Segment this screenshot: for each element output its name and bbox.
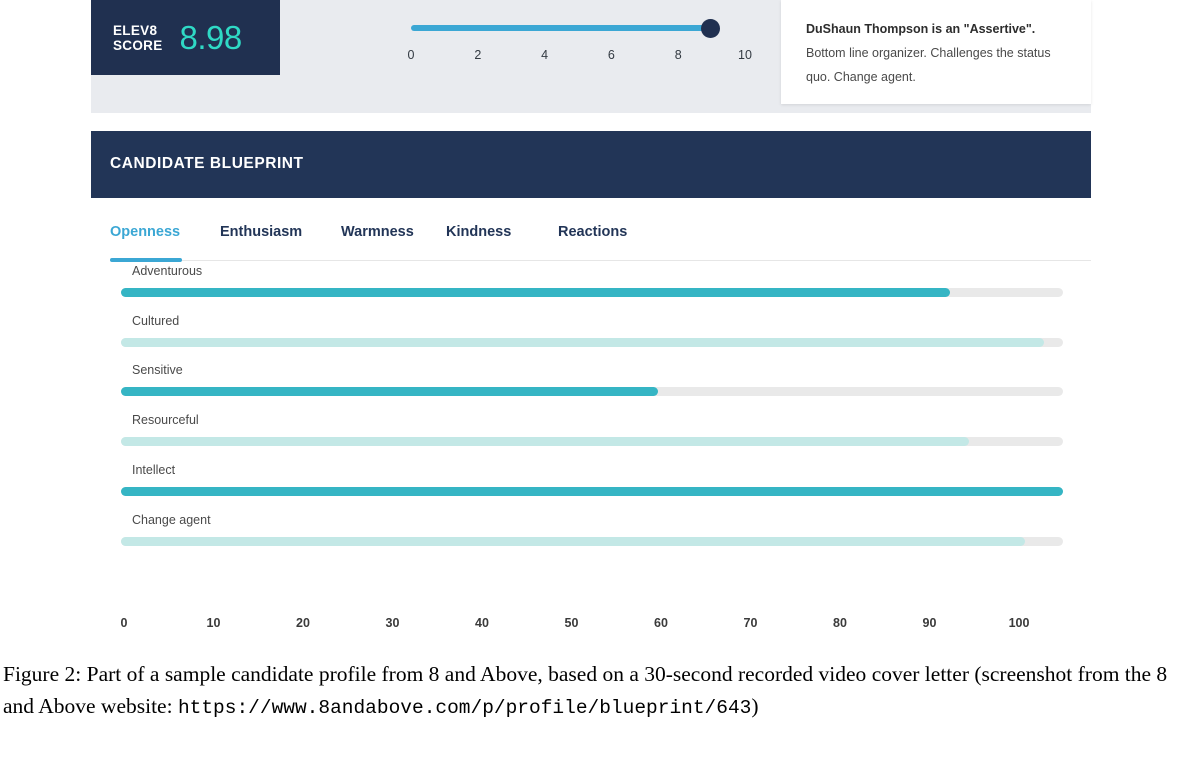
chart-x-axis: 0 10 20 30 40 50 60 70 80 90 100 (91, 600, 1091, 648)
elev8-score-value: 8.98 (179, 18, 243, 56)
caption-line-1: Figure 2: Part of a sample candidate pro… (3, 662, 867, 686)
x-axis-tick-70: 70 (743, 616, 758, 630)
caption-line-3-post: ) (751, 694, 759, 718)
trait-label: Change agent (132, 512, 211, 527)
slider-knob[interactable] (701, 19, 720, 38)
trait-label: Intellect (132, 462, 176, 477)
x-axis-tick-0: 0 (120, 616, 128, 630)
x-axis-tick-50: 50 (564, 616, 579, 630)
elev8-score-label: ELEV8 SCORE (113, 22, 163, 53)
trait-bar-fill (121, 288, 950, 297)
slider-track[interactable] (411, 25, 715, 31)
trait-bar-track (121, 337, 1063, 347)
candidate-description-bold: DuShaun Thompson is an "Assertive". (806, 22, 1036, 36)
x-axis-tick-20: 20 (296, 616, 310, 630)
blueprint-tabs: Openness Enthusiasm Warmness Kindness Reacti… (91, 198, 1091, 264)
elev8-score-box: ELEV8 SCORE 8.98 (91, 0, 280, 75)
candidate-blueprint-title: CANDIDATE BLUEPRINT (110, 155, 304, 172)
tab-openness[interactable]: Openness (110, 224, 180, 240)
x-axis-tick-10: 10 (206, 616, 221, 630)
caption-url-part-2: blueprint/643 (599, 697, 752, 719)
slider-tick-labels: 0 2 4 6 8 10 (407, 48, 752, 66)
screenshot-region: ELEV8 SCORE 8.98 0 2 4 6 8 10 DuShaun Thompso… (91, 0, 1091, 648)
x-axis-tick-80: 80 (833, 616, 847, 630)
trait-label: Cultured (132, 313, 180, 328)
slider-tick-6: 6 (607, 48, 615, 62)
x-axis-tick-100: 100 (1008, 616, 1030, 630)
trait-bar-fill (121, 387, 658, 397)
tabs-divider (110, 260, 1091, 261)
slider-tick-0: 0 (407, 48, 415, 62)
trait-bar-fill (121, 486, 1063, 496)
trait-label: Sensitive (132, 363, 183, 378)
candidate-description-card: DuShaun Thompson is an "Assertive". Bott… (781, 0, 1091, 104)
x-axis-tick-90: 90 (922, 616, 937, 630)
trait-bar-list: Adventurous Cultured Sensitive Resourceful I… (91, 264, 1091, 592)
candidate-description-text: DuShaun Thompson is an "Assertive". Bott… (806, 17, 1072, 89)
trait-bar-track (121, 437, 1063, 447)
score-strip: ELEV8 SCORE 8.98 0 2 4 6 8 10 DuShaun Thompso… (91, 0, 1091, 113)
x-axis-tick-30: 30 (385, 616, 400, 630)
caption-url-part-1: https://www.8andabove.com/p/profile/ (177, 697, 600, 719)
trait-bar-fill (121, 437, 969, 447)
score-slider[interactable]: 0 2 4 6 8 10 (319, 16, 752, 76)
figure-caption: Figure 2: Part of a sample candidate pro… (3, 658, 1179, 724)
trait-label: Resourceful (132, 413, 199, 428)
trait-bar-fill (121, 536, 1026, 546)
slider-tick-10: 10 (738, 48, 752, 62)
x-axis-tick-40: 40 (475, 616, 489, 630)
trait-bar-track (121, 536, 1063, 546)
tab-kindness[interactable]: Kindness (446, 224, 511, 240)
trait-label: Adventurous (132, 264, 203, 278)
tab-reactions[interactable]: Reactions (558, 224, 627, 240)
tab-warmness[interactable]: Warmness (341, 224, 414, 240)
candidate-blueprint-header: CANDIDATE BLUEPRINT (91, 131, 1091, 198)
slider-tick-4: 4 (541, 48, 549, 62)
x-axis-tick-60: 60 (654, 616, 668, 630)
candidate-description-rest: Bottom line organizer. Challenges the st… (806, 46, 1051, 84)
tab-enthusiasm[interactable]: Enthusiasm (220, 224, 302, 240)
slider-tick-8: 8 (674, 48, 682, 62)
trait-bar-track (121, 387, 1063, 397)
active-tab-underline (110, 258, 182, 262)
slider-tick-2: 2 (474, 48, 482, 62)
trait-bar-track (121, 486, 1063, 496)
trait-bar-track (121, 288, 1063, 297)
trait-bar-fill (121, 337, 1045, 347)
